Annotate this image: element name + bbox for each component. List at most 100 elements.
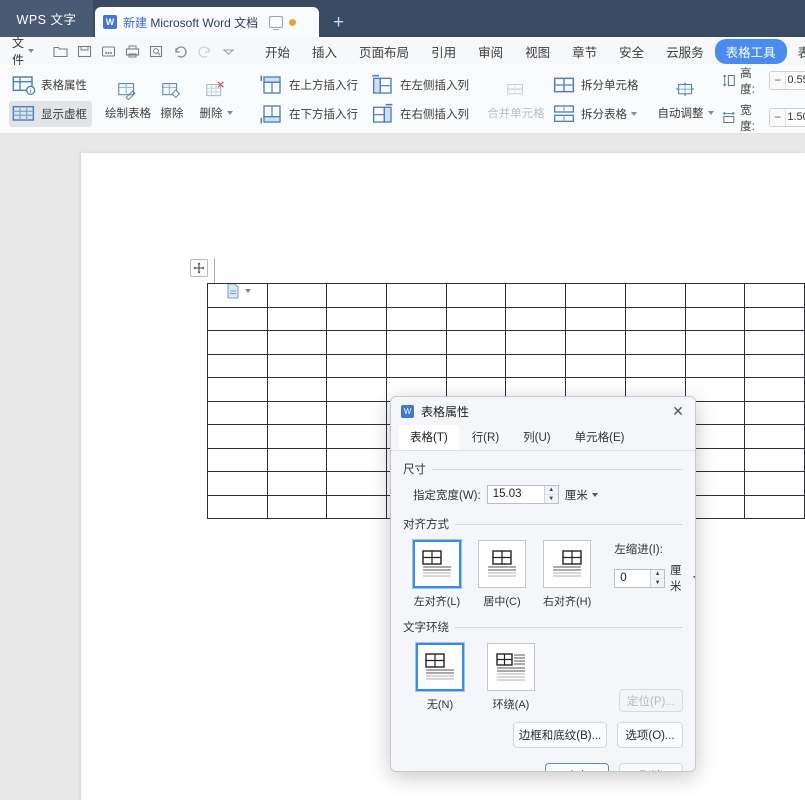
preferred-width-value[interactable]: 15.03: [488, 486, 544, 503]
table-cell[interactable]: [744, 283, 805, 308]
app-name-badge[interactable]: WPS 文字: [0, 0, 93, 37]
save-as-icon[interactable]: [100, 43, 117, 60]
wrap-none-preview[interactable]: [415, 642, 465, 692]
table-cell[interactable]: [744, 377, 805, 402]
table-row[interactable]: [207, 353, 805, 378]
open-folder-icon[interactable]: [52, 43, 69, 60]
table-row[interactable]: [207, 306, 805, 331]
table-cell[interactable]: [624, 353, 686, 378]
width-spinbox[interactable]: − 1.50厘米 +: [768, 108, 805, 127]
table-cell[interactable]: [445, 306, 507, 331]
table-cell[interactable]: [266, 377, 328, 402]
table-cell[interactable]: [266, 283, 328, 308]
chevron-down-icon[interactable]: [692, 576, 695, 580]
draw-table-button[interactable]: 绘制表格: [105, 78, 151, 121]
width-value[interactable]: 1.50厘米: [785, 109, 805, 126]
width-decrement-button[interactable]: −: [769, 109, 786, 126]
table-cell[interactable]: [684, 283, 746, 308]
delete-button[interactable]: 删除: [194, 78, 238, 121]
tab-row[interactable]: 行(R): [461, 425, 510, 450]
table-cell[interactable]: [207, 400, 268, 425]
table-cell[interactable]: [565, 306, 626, 331]
print-preview-icon[interactable]: [148, 43, 165, 60]
table-cell[interactable]: [326, 353, 388, 378]
table-cell[interactable]: [445, 283, 507, 308]
wrap-around-option[interactable]: 环绕(A): [484, 643, 538, 712]
insert-row-below-button[interactable]: 在下方插入行: [257, 101, 363, 127]
table-cell[interactable]: [386, 353, 447, 378]
table-cell[interactable]: [624, 283, 686, 308]
table-cell[interactable]: [326, 306, 388, 331]
table-cell[interactable]: [565, 283, 626, 308]
table-cell[interactable]: [207, 377, 268, 402]
height-value[interactable]: 0.55厘米: [785, 72, 805, 89]
chevron-down-icon[interactable]: [631, 112, 637, 117]
tab-table[interactable]: 表格(T): [399, 425, 459, 450]
table-cell[interactable]: [266, 494, 328, 519]
table-move-handle[interactable]: [190, 259, 208, 277]
tab-start[interactable]: 开始: [254, 39, 301, 64]
spinner-up-icon[interactable]: ▲: [651, 570, 665, 579]
eraser-button[interactable]: 擦除: [150, 78, 194, 121]
tab-cloud-service[interactable]: 云服务: [655, 39, 715, 64]
table-cell[interactable]: [744, 330, 805, 355]
presentation-monitor-icon[interactable]: [269, 16, 284, 30]
table-cell[interactable]: [326, 283, 388, 308]
insert-col-left-button[interactable]: 在左侧插入列: [368, 72, 474, 98]
table-cell[interactable]: [744, 353, 805, 378]
align-center-option[interactable]: 居中(C): [478, 540, 526, 609]
height-decrement-button[interactable]: −: [769, 72, 786, 89]
align-left-preview[interactable]: [412, 539, 462, 589]
height-spinbox[interactable]: − 0.55厘米 +: [768, 71, 805, 90]
table-cell[interactable]: [207, 424, 268, 449]
table-cell[interactable]: [266, 447, 328, 472]
undo-icon[interactable]: [172, 43, 189, 60]
table-cell[interactable]: [505, 283, 567, 308]
preferred-width-spinner[interactable]: ▲ ▼: [543, 486, 558, 503]
table-cell[interactable]: [744, 424, 805, 449]
table-cell[interactable]: [624, 330, 686, 355]
tab-security[interactable]: 安全: [608, 39, 655, 64]
table-cell[interactable]: [207, 447, 268, 472]
tab-column[interactable]: 列(U): [512, 425, 561, 450]
table-row[interactable]: [207, 283, 805, 308]
chevron-down-icon[interactable]: [591, 492, 598, 497]
table-cell[interactable]: [505, 330, 567, 355]
table-cell[interactable]: [326, 424, 388, 449]
align-left-option[interactable]: 左对齐(L): [412, 539, 462, 609]
table-cell[interactable]: [684, 330, 746, 355]
close-icon[interactable]: ✕: [667, 400, 689, 422]
table-properties-dialog[interactable]: W 表格属性 ✕ 表格(T) 行(R) 列(U) 单元格(E) 尺寸 指定宽度(…: [390, 396, 696, 772]
wrap-none-option[interactable]: 无(N): [413, 642, 467, 712]
table-cell[interactable]: [445, 353, 507, 378]
tab-table-tools[interactable]: 表格工具: [714, 38, 787, 64]
table-cell[interactable]: [266, 330, 328, 355]
table-cell[interactable]: [386, 306, 447, 331]
indent-unit-dropdown[interactable]: 厘米: [670, 562, 695, 594]
align-right-option[interactable]: 右对齐(H): [543, 540, 591, 609]
cancel-button[interactable]: 取消: [619, 763, 683, 771]
table-cell[interactable]: [505, 306, 567, 331]
indent-spinner[interactable]: ▲ ▼: [650, 569, 665, 587]
table-cell[interactable]: [266, 353, 328, 378]
new-tab-button[interactable]: +: [333, 13, 344, 32]
chevron-down-icon[interactable]: [707, 111, 714, 116]
tab-cell[interactable]: 单元格(E): [564, 425, 636, 450]
table-cell[interactable]: [207, 306, 268, 331]
file-menu-label[interactable]: 文件: [12, 34, 24, 68]
table-cell[interactable]: [207, 353, 268, 378]
table-cell[interactable]: [266, 306, 328, 331]
table-cell[interactable]: [207, 471, 268, 496]
table-cell[interactable]: [386, 283, 447, 308]
tab-page-layout[interactable]: 页面布局: [348, 39, 420, 64]
table-cell[interactable]: [266, 471, 328, 496]
table-cell[interactable]: [684, 306, 746, 331]
table-cell[interactable]: [386, 330, 447, 355]
align-right-preview[interactable]: [543, 540, 592, 588]
table-cell[interactable]: [445, 330, 507, 355]
table-cell[interactable]: [326, 400, 388, 425]
indent-value[interactable]: 0: [615, 570, 650, 587]
insert-col-right-button[interactable]: 在右侧插入列: [368, 101, 474, 127]
tab-references[interactable]: 引用: [420, 39, 467, 64]
table-cell[interactable]: [266, 400, 328, 425]
